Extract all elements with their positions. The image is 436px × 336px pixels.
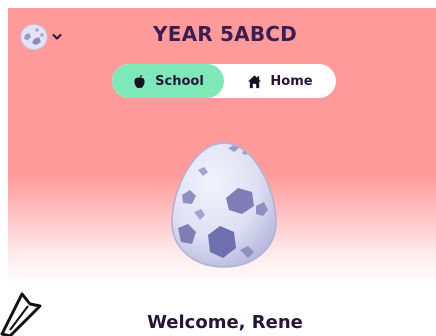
tab-school-label: School [155,73,204,89]
house-icon [248,74,262,88]
class-title: YEAR 5ABCD [153,22,297,46]
tab-home-label: Home [270,73,313,89]
egg-avatar-icon [20,24,48,50]
chevron-down-icon [52,34,62,40]
tab-school[interactable]: School [112,64,224,98]
tab-home[interactable]: Home [224,64,336,98]
pointer-cursor-icon [0,292,42,336]
avatar-menu-button[interactable] [20,24,62,50]
welcome-message: Welcome, Rene [147,312,303,333]
school-home-toggle: School Home [112,64,336,98]
app-screen: YEAR 5ABCD School Home Welcome, Rene [0,0,436,336]
apple-icon [134,74,145,88]
egg-illustration [171,142,277,268]
